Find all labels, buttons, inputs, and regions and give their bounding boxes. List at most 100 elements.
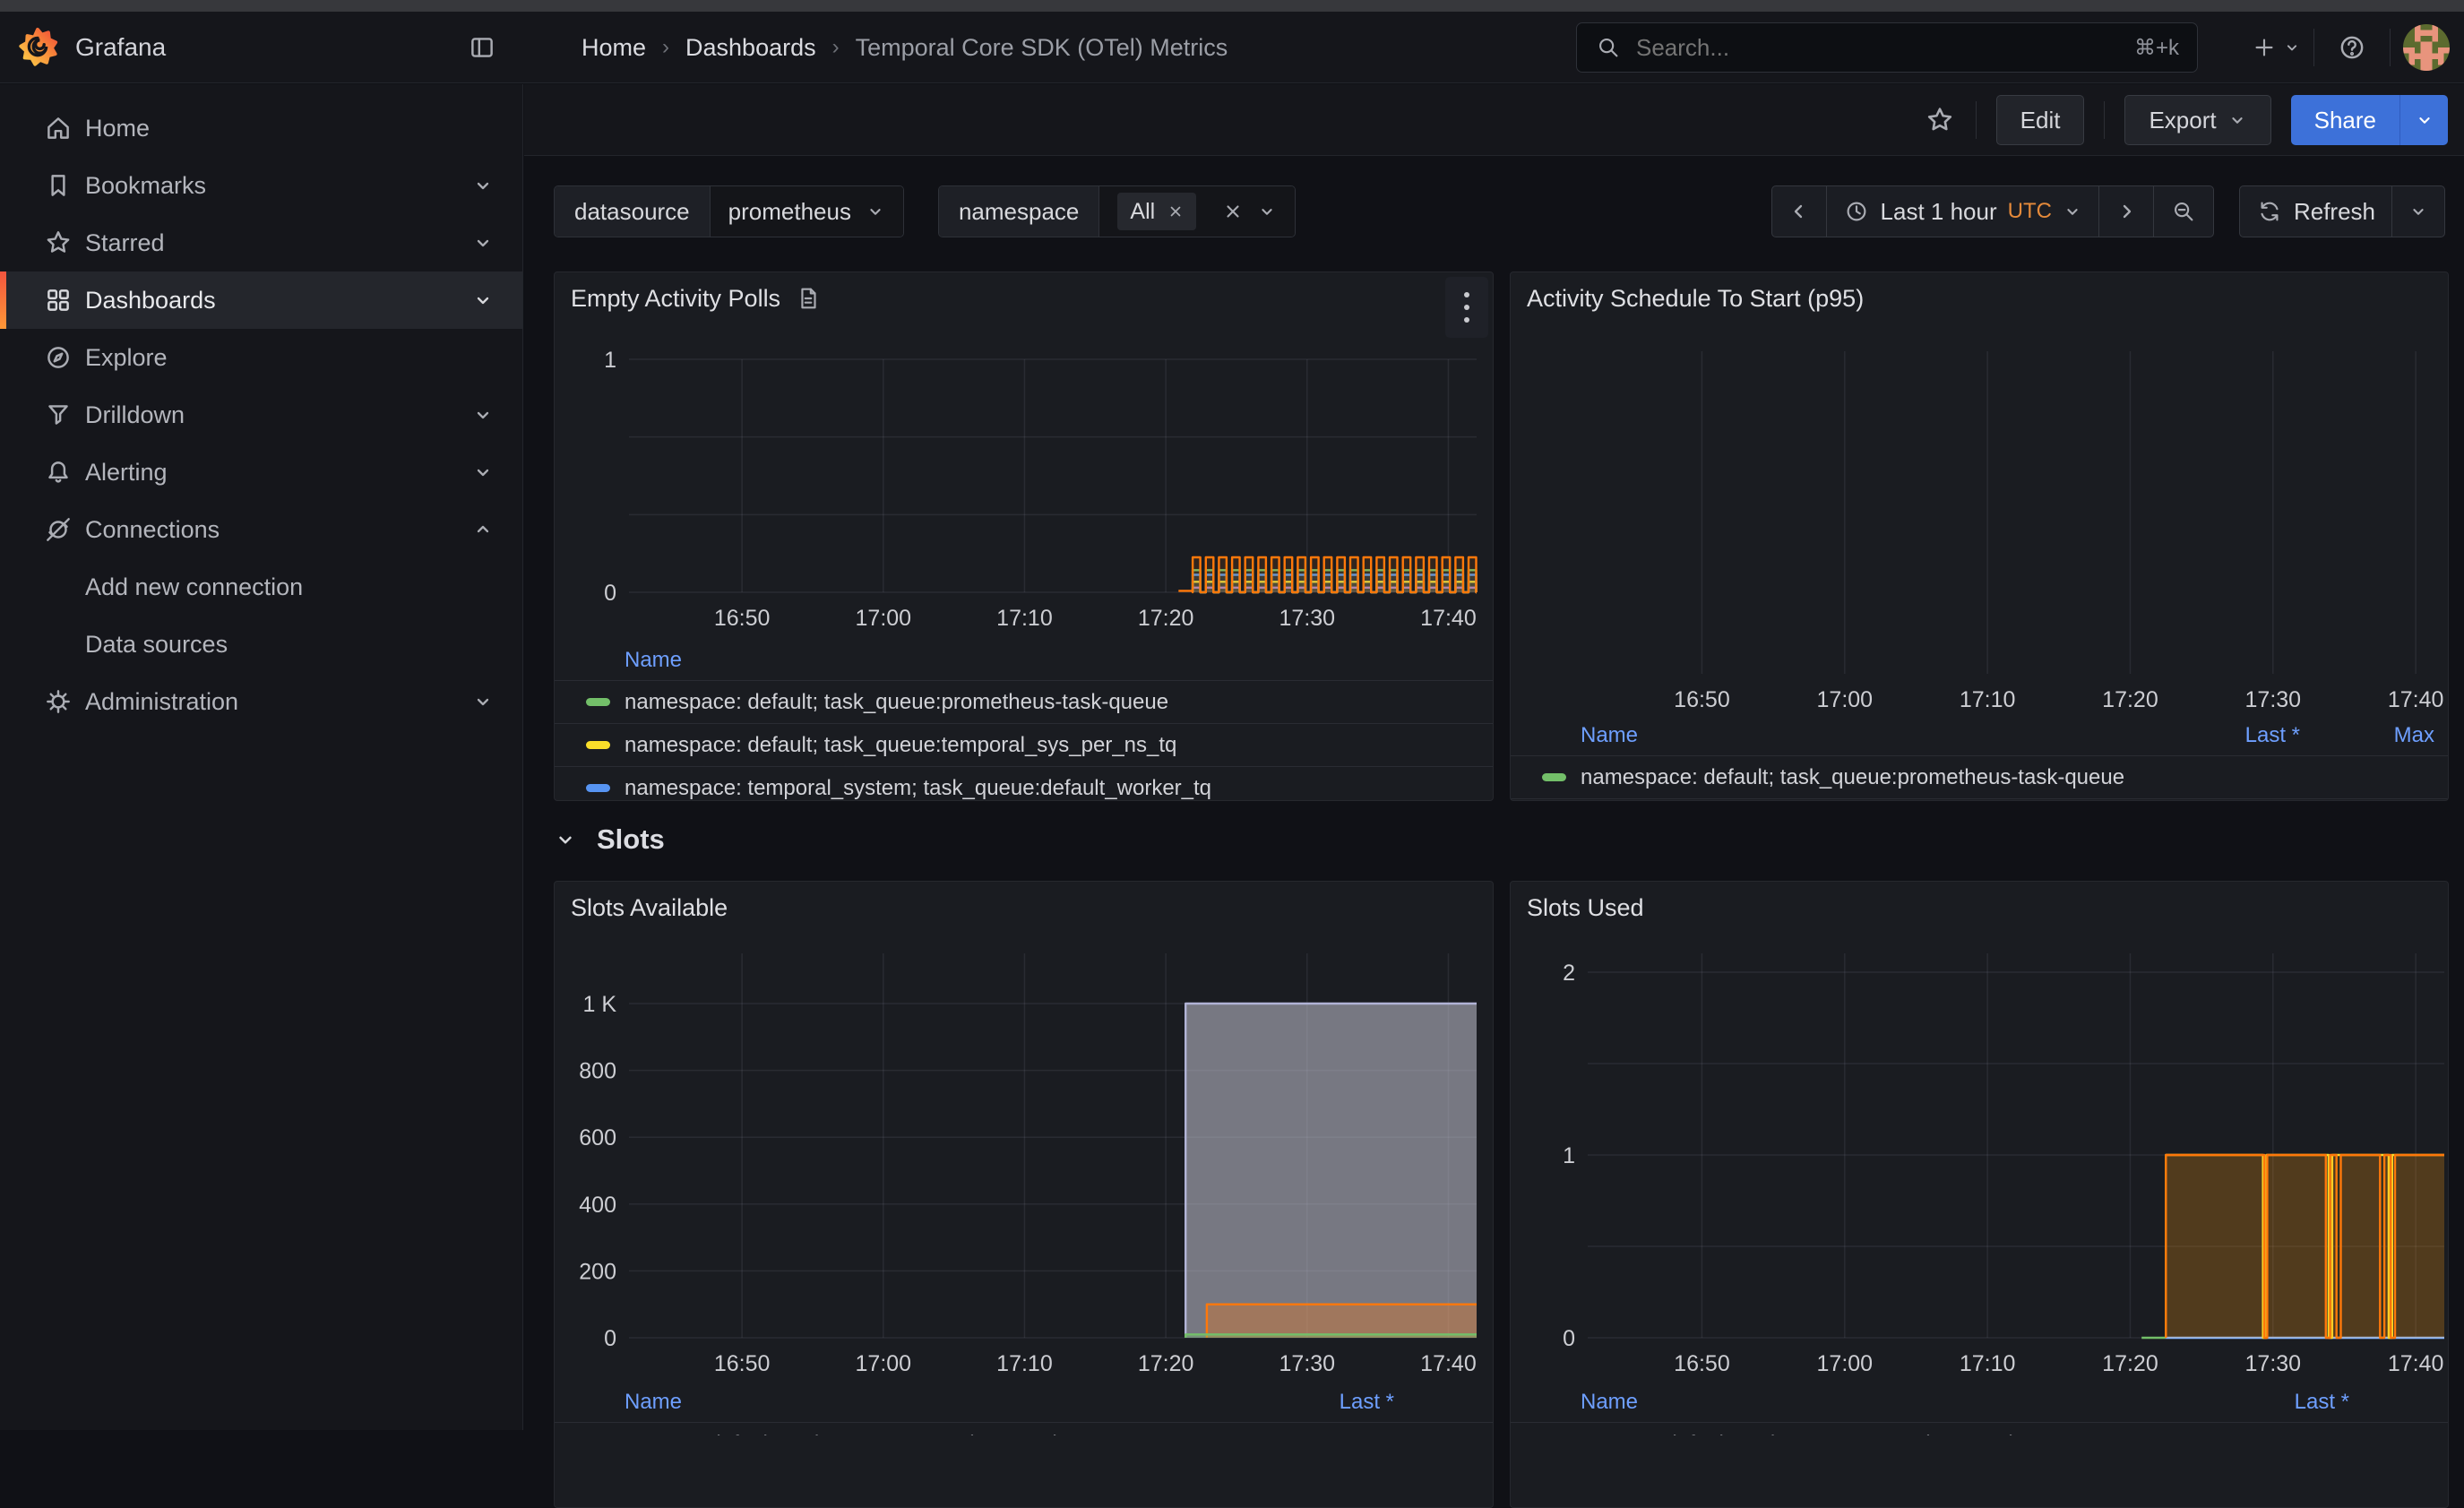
window-title-strip (0, 0, 2464, 12)
breadcrumb-dashboards[interactable]: Dashboards (685, 34, 816, 62)
chevron-down-icon (2283, 39, 2301, 56)
refresh-group: Refresh (2239, 185, 2445, 237)
panel-description-icon[interactable] (795, 285, 822, 312)
favorite-star-button[interactable] (1924, 104, 1956, 136)
panel-header[interactable]: Slots Available (555, 882, 1493, 934)
export-button-label: Export (2149, 107, 2216, 134)
legend-header-last[interactable]: Last * (2206, 1390, 2349, 1415)
share-menu-button[interactable] (2399, 95, 2448, 145)
panel-header[interactable]: Activity Schedule To Start (p95) (1511, 272, 2448, 324)
clear-icon[interactable] (1223, 202, 1243, 221)
sidebar-item-starred[interactable]: Starred (0, 214, 522, 271)
legend-header-name[interactable]: Name (625, 648, 1479, 673)
chevron-down-icon[interactable] (472, 289, 494, 317)
time-controls: Last 1 hour UTC Refresh (1771, 185, 2445, 237)
legend-header-name[interactable]: Name (625, 1390, 1251, 1415)
svg-text:400: 400 (579, 1193, 616, 1218)
sidebar-item-drilldown[interactable]: Drilldown (0, 386, 522, 444)
time-shift-forward-button[interactable] (2099, 186, 2154, 237)
legend-header-max[interactable]: Max (2300, 723, 2434, 748)
sidebar-item-administration[interactable]: Administration (0, 673, 522, 730)
svg-text:0: 0 (604, 581, 616, 606)
time-shift-back-button[interactable] (1772, 186, 1827, 237)
sidebar-item-label: Add new connection (85, 573, 522, 601)
remove-tag-icon[interactable] (1167, 203, 1184, 220)
svg-text:200: 200 (579, 1259, 616, 1284)
legend-row[interactable]: namespace: default; task_queue:temporal_… (555, 723, 1493, 766)
timeseries-chart[interactable]: 01216:5017:0017:1017:2017:3017:40 (1511, 934, 2446, 1378)
svg-text:17:00: 17:00 (1817, 1351, 1874, 1376)
gear-icon (42, 686, 74, 717)
compass-icon (42, 342, 74, 373)
timeseries-chart[interactable]: 0116:5017:0017:1017:2017:3017:40 (555, 324, 1491, 636)
search-icon (1595, 34, 1622, 61)
breadcrumb-home[interactable]: Home (582, 34, 646, 62)
plug-icon (42, 514, 74, 545)
row-slots[interactable]: Slots (554, 813, 665, 866)
svg-text:17:10: 17:10 (1960, 687, 2016, 711)
sidebar-item-explore[interactable]: Explore (0, 329, 522, 386)
svg-text:0: 0 (604, 1326, 616, 1351)
sidebar-item-home[interactable]: Home (0, 99, 522, 157)
legend-header-last[interactable]: Last * (1251, 1390, 1394, 1415)
legend-header-name[interactable]: Name (1581, 1390, 2206, 1415)
panel-title: Slots Available (571, 894, 728, 922)
chevron-down-icon[interactable] (472, 404, 494, 432)
variables-row: datasource prometheus namespace All (554, 185, 1296, 237)
sidebar-item-dashboards[interactable]: Dashboards (0, 271, 522, 329)
sidebar-item-label: Home (85, 115, 522, 142)
chevron-up-icon[interactable] (472, 519, 494, 547)
panel-title: Empty Activity Polls (571, 285, 780, 313)
panel-menu-button[interactable] (1445, 277, 1488, 338)
panel-header[interactable]: Slots Used (1511, 882, 2448, 934)
legend-row[interactable]: namespace: default; task_queue:prometheu… (555, 680, 1493, 723)
svg-text:17:20: 17:20 (2102, 687, 2158, 711)
sidebar-item-bookmarks[interactable]: Bookmarks (0, 157, 522, 214)
export-button[interactable]: Export (2124, 95, 2270, 145)
svg-text:16:50: 16:50 (714, 606, 771, 631)
share-button[interactable]: Share (2291, 95, 2399, 145)
svg-text:17:30: 17:30 (1279, 606, 1336, 631)
time-range-picker[interactable]: Last 1 hour UTC (1827, 186, 2099, 237)
timeseries-chart[interactable]: 02004006008001 K16:5017:0017:1017:2017:3… (555, 934, 1491, 1378)
legend-row[interactable]: namespace: default; task_queue:prometheu… (1511, 755, 2448, 798)
namespace-select[interactable]: All (1099, 186, 1295, 237)
chevron-down-icon[interactable] (472, 691, 494, 719)
panel-header[interactable]: Empty Activity Polls (555, 272, 1493, 324)
chevron-down-icon[interactable] (472, 461, 494, 489)
datasource-select[interactable]: prometheus (711, 186, 903, 237)
panel-title: Slots Used (1527, 894, 1644, 922)
search-field[interactable] (1636, 34, 2120, 62)
sidebar-item-add-new-connection[interactable]: Add new connection (0, 558, 522, 616)
dashboard-content: datasource prometheus namespace All (524, 157, 2464, 1430)
chevron-down-icon[interactable] (472, 232, 494, 260)
legend-header-name[interactable]: Name (1581, 723, 2157, 748)
chevron-down-icon[interactable] (472, 175, 494, 203)
edit-button[interactable]: Edit (1996, 95, 2085, 145)
namespace-tag-all[interactable]: All (1117, 193, 1196, 230)
zoom-out-button[interactable] (2154, 186, 2213, 237)
legend-row[interactable]: namespace: default; task_queue:prometheu… (555, 1422, 1493, 1435)
top-nav-bar: Grafana Home › Dashboards › Temporal Cor… (0, 12, 2464, 83)
help-button[interactable] (2327, 22, 2377, 73)
svg-text:16:50: 16:50 (714, 1351, 771, 1376)
sidebar-item-data-sources[interactable]: Data sources (0, 616, 522, 673)
series-color-swatch (586, 784, 610, 792)
create-new-button[interactable] (2251, 22, 2301, 73)
refresh-interval-button[interactable] (2392, 186, 2444, 237)
sidebar-toggle-button[interactable] (466, 31, 498, 64)
legend-row[interactable]: namespace: temporal_system; task_queue:d… (555, 766, 1493, 801)
sidebar-item-connections[interactable]: Connections (0, 501, 522, 558)
grafana-logo-icon[interactable] (16, 26, 59, 69)
user-avatar[interactable] (2403, 24, 2450, 71)
breadcrumb-separator-icon: › (832, 35, 840, 60)
datasource-value: prometheus (728, 198, 851, 226)
search-input[interactable]: ⌘+k (1576, 22, 2198, 73)
sidebar-item-alerting[interactable]: Alerting (0, 444, 522, 501)
variable-namespace: namespace All (938, 185, 1296, 237)
legend-label: namespace: default; task_queue:prometheu… (1581, 765, 2157, 790)
timeseries-chart[interactable]: 16:5017:0017:1017:2017:3017:40 (1511, 324, 2446, 711)
legend-row[interactable]: namespace: default; task_queue:prometheu… (1511, 1422, 2448, 1435)
legend-header-last[interactable]: Last * (2157, 723, 2300, 748)
refresh-button[interactable]: Refresh (2240, 186, 2392, 237)
